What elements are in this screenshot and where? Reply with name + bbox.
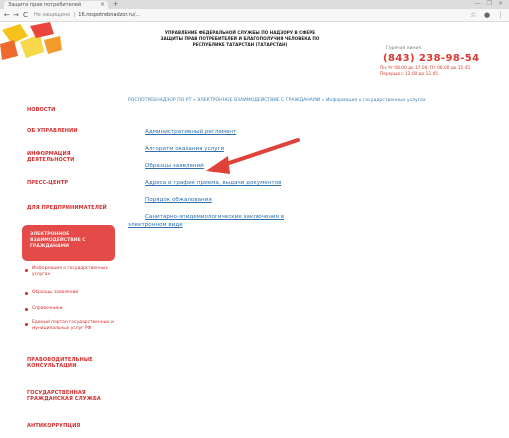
link-addresses-schedule[interactable]: Адреса и график приема, выдачи документо… bbox=[145, 180, 281, 186]
link-appeal-procedure[interactable]: Порядок обжалования bbox=[145, 197, 212, 203]
back-icon[interactable]: ← bbox=[4, 11, 10, 19]
browser-menu-icon[interactable]: ⋮ bbox=[497, 11, 504, 19]
sidebar-sub-directories[interactable]: Справочники bbox=[32, 306, 63, 312]
reload-icon[interactable]: C bbox=[23, 11, 28, 19]
navigation-bar: ← → C Не защищено | 16.rospotrebnadzor.r… bbox=[0, 9, 509, 22]
sidebar-item-news[interactable]: НОВОСТИ bbox=[27, 107, 55, 113]
link-service-algorithm[interactable]: Алгоритм оказания услуги bbox=[145, 146, 224, 152]
forward-icon[interactable]: → bbox=[13, 11, 19, 19]
address-bar[interactable]: Не защищено | 16.rospotrebnadzor.ru/... bbox=[34, 11, 434, 20]
bullet-icon bbox=[25, 269, 28, 272]
breadcrumb[interactable]: РОСПОТРЕБНАДЗОР ПО РТ » ЭЛЕКТРОННОЕ ВЗАИ… bbox=[128, 98, 488, 103]
sidebar-sub-portal[interactable]: Единый портал государственных и муниципа… bbox=[32, 320, 120, 332]
sidebar-sub-services[interactable]: Информация о государственных услугах bbox=[32, 266, 110, 278]
browser-tab[interactable]: Защита прав потребителей × bbox=[4, 1, 108, 9]
organization-name: УПРАВЛЕНИЕ ФЕДЕРАЛЬНОЙ СЛУЖБЫ ПО НАДЗОРУ… bbox=[160, 30, 320, 47]
sidebar-item-consultations[interactable]: ПРАВОВОДИТЕЛЬНЫЕ КОНСУЛЬТАЦИИ bbox=[27, 357, 107, 369]
window-controls[interactable]: — ❐ ✕ bbox=[475, 0, 505, 7]
profile-icon[interactable]: ● bbox=[484, 11, 490, 19]
link-sanitary-conclusions-cont[interactable]: электронном виде bbox=[128, 222, 183, 228]
bullet-icon bbox=[25, 323, 28, 326]
address-security: Не защищено bbox=[34, 12, 71, 18]
site-logo[interactable] bbox=[0, 22, 64, 64]
tab-bar: Защита прав потребителей × + — ❐ ✕ bbox=[0, 0, 509, 9]
browser-chrome: Защита прав потребителей × + — ❐ ✕ ← → C… bbox=[0, 0, 509, 22]
sidebar-item-about[interactable]: ОБ УПРАВЛЕНИИ bbox=[27, 128, 78, 134]
sidebar-item-business[interactable]: ДЛЯ ПРЕДПРИНИМАТЕЛЕЙ bbox=[27, 205, 107, 211]
tab-title: Защита прав потребителей bbox=[8, 2, 82, 8]
close-tab-icon[interactable]: × bbox=[100, 1, 105, 9]
bullet-icon bbox=[25, 292, 28, 295]
hotline-phone[interactable]: (843) 238-98-54 bbox=[383, 53, 480, 64]
sidebar-item-anticorruption[interactable]: АНТИКОРРУПЦИЯ bbox=[27, 423, 80, 429]
working-hours: Пн-Чт 08.00 до 17.00, Пт 08.00 до 15.45 … bbox=[380, 66, 470, 78]
hours-line-2: Перерыв с 12.00 до 12.45 bbox=[380, 72, 438, 77]
link-admin-regulation[interactable]: Административный регламент bbox=[145, 129, 236, 135]
hotline-label: Горячая линия bbox=[386, 46, 421, 51]
sidebar-sub-samples[interactable]: Образцы заявлений bbox=[32, 290, 78, 296]
bullet-icon bbox=[25, 308, 28, 311]
sidebar-item-activity[interactable]: ИНФОРМАЦИЯ ДЕЯТЕЛЬНОСТИ bbox=[27, 151, 107, 163]
address-url: 16.rospotrebnadzor.ru/... bbox=[78, 12, 141, 18]
link-sanitary-conclusions[interactable]: Санитарно-эпидемиологические заключения … bbox=[145, 214, 284, 220]
sidebar-item-civil-service[interactable]: ГОСУДАРСТВЕННАЯ ГРАЖДАНСКАЯ СЛУЖБА bbox=[27, 390, 107, 402]
link-application-samples[interactable]: Образцы заявлений bbox=[145, 163, 204, 169]
sidebar-item-press[interactable]: ПРЕСС-ЦЕНТР bbox=[27, 180, 68, 186]
bookmark-star-icon[interactable]: ☆ bbox=[470, 11, 476, 19]
sidebar-active-label: ЭЛЕКТРОННОЕ ВЗАИМОДЕЙСТВИЕ С ГРАЖДАНАМИ bbox=[30, 232, 86, 249]
new-tab-button[interactable]: + bbox=[111, 1, 120, 8]
